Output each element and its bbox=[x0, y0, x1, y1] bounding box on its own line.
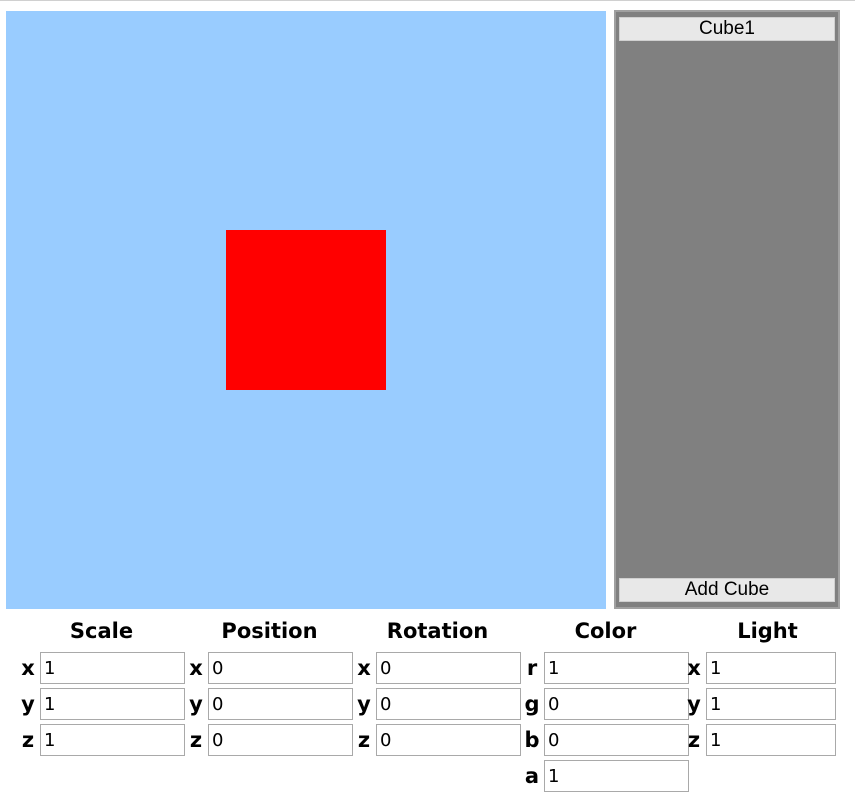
render-canvas[interactable] bbox=[6, 11, 606, 609]
object-list-panel: Cube1 Add Cube bbox=[614, 10, 840, 609]
position-title: Position bbox=[221, 619, 318, 643]
add-cube-button[interactable]: Add Cube bbox=[619, 578, 835, 602]
light-x-label: x bbox=[687, 656, 701, 680]
rotation-z-label: z bbox=[357, 728, 371, 752]
color-a-input[interactable] bbox=[544, 760, 689, 792]
scale-title: Scale bbox=[69, 619, 134, 643]
color-g-input[interactable] bbox=[544, 688, 689, 720]
color-r-input[interactable] bbox=[544, 652, 689, 684]
position-z-label: z bbox=[189, 728, 203, 752]
rotation-z-input[interactable] bbox=[376, 724, 521, 756]
color-r-label: r bbox=[526, 656, 538, 680]
color-b-input[interactable] bbox=[544, 724, 689, 756]
scale-group: Scale x y z bbox=[18, 617, 185, 756]
light-group: Light x y z bbox=[684, 617, 851, 756]
color-group: Color r g b a bbox=[522, 617, 689, 792]
scale-x-label: x bbox=[21, 656, 35, 680]
scale-z-label: z bbox=[21, 728, 35, 752]
position-group: Position x y z bbox=[186, 617, 353, 756]
rotation-y-input[interactable] bbox=[376, 688, 521, 720]
light-y-input[interactable] bbox=[706, 688, 836, 720]
rotation-title: Rotation bbox=[386, 619, 489, 643]
position-x-label: x bbox=[189, 656, 203, 680]
scale-x-input[interactable] bbox=[40, 652, 185, 684]
position-y-input[interactable] bbox=[208, 688, 353, 720]
light-y-label: y bbox=[687, 692, 701, 716]
top-divider bbox=[0, 0, 855, 1]
rotation-x-label: x bbox=[357, 656, 371, 680]
light-x-input[interactable] bbox=[706, 652, 836, 684]
color-a-label: a bbox=[524, 764, 540, 788]
rotation-y-label: y bbox=[357, 692, 371, 716]
scale-y-input[interactable] bbox=[40, 688, 185, 720]
light-title: Light bbox=[737, 619, 798, 643]
light-z-label: z bbox=[687, 728, 701, 752]
rotation-group: Rotation x y z bbox=[354, 617, 521, 756]
cube-render bbox=[226, 230, 386, 390]
position-y-label: y bbox=[189, 692, 203, 716]
scale-y-label: y bbox=[21, 692, 35, 716]
color-g-label: g bbox=[524, 692, 540, 716]
color-b-label: b bbox=[524, 728, 540, 752]
color-title: Color bbox=[574, 619, 637, 643]
position-x-input[interactable] bbox=[208, 652, 353, 684]
position-z-input[interactable] bbox=[208, 724, 353, 756]
rotation-x-input[interactable] bbox=[376, 652, 521, 684]
scale-z-input[interactable] bbox=[40, 724, 185, 756]
object-item-cube1[interactable]: Cube1 bbox=[619, 17, 835, 41]
light-z-input[interactable] bbox=[706, 724, 836, 756]
